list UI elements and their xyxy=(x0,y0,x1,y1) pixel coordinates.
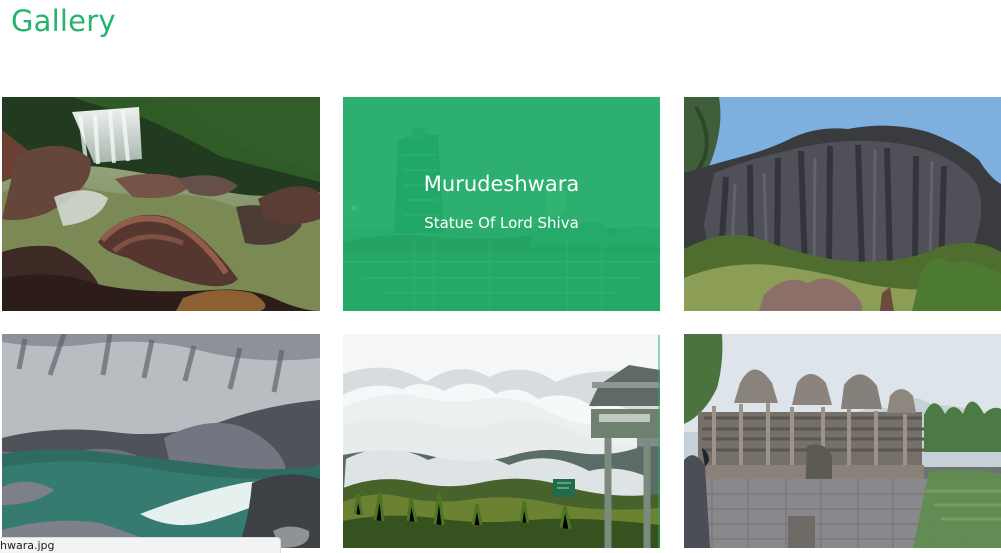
gallery-item-title: Murudeshwara xyxy=(423,172,580,197)
gallery-item-rock-formation[interactable] xyxy=(684,97,1001,311)
temple-image xyxy=(684,334,1001,548)
gallery-item-temple[interactable] xyxy=(684,334,1001,548)
waterfall-image xyxy=(2,97,320,311)
gallery-item-murudeshwara[interactable]: Murudeshwara Statue Of Lord Shiva xyxy=(343,97,660,311)
browser-status-url: hwara.jpg xyxy=(0,537,281,553)
gorge-image xyxy=(2,334,320,548)
gallery-item-misty-hills[interactable] xyxy=(343,334,660,548)
hover-caption-overlay: Murudeshwara Statue Of Lord Shiva xyxy=(343,97,660,311)
misty-hills-image xyxy=(343,334,660,548)
gallery-item-gorge[interactable] xyxy=(2,334,320,548)
gallery-item-waterfall[interactable] xyxy=(2,97,320,311)
gallery-item-subtitle: Statue Of Lord Shiva xyxy=(424,213,579,232)
gallery-page: Gallery Murudeshwara Statue Of Lord Shiv… xyxy=(0,0,1001,553)
gallery-grid: Murudeshwara Statue Of Lord Shiva xyxy=(0,0,1001,553)
rock-formation-image xyxy=(684,97,1001,311)
